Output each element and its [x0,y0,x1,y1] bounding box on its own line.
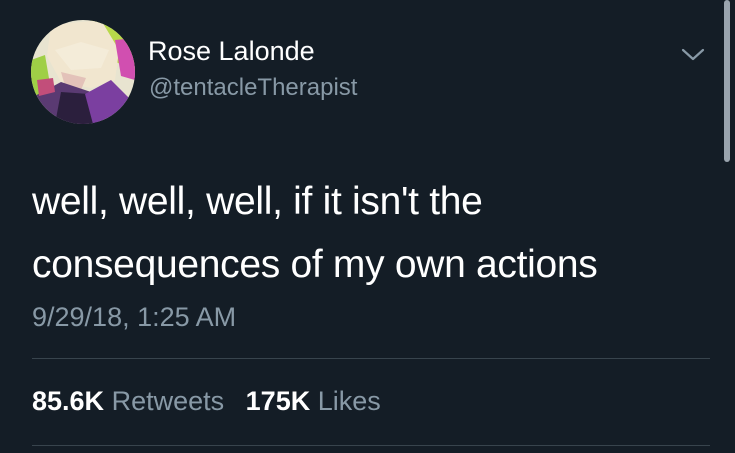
tweet-stats: 85.6K Retweets 175K Likes [32,386,395,417]
tweet-text-line: well, well, well, if it isn't the [32,180,483,223]
likes-label: Likes [317,386,381,416]
divider [32,445,710,446]
tweet-timestamp[interactable]: 9/29/18, 1:25 AM [32,302,236,333]
retweets-count: 85.6K [32,386,105,416]
retweets-stat[interactable]: 85.6K Retweets [32,386,224,417]
scrollbar[interactable] [724,0,730,162]
profile-avatar[interactable] [31,20,135,124]
user-handle[interactable]: @tentacleTherapist [149,74,357,102]
divider [32,358,710,359]
tweet-detail: Rose Lalonde @tentacleTherapist well, we… [0,0,735,453]
tweet-text-line: consequences of my own actions [32,243,598,286]
retweets-label: Retweets [111,386,225,416]
likes-count: 175K [245,386,311,416]
tweet-text: well, well, well, if it isn't the conseq… [32,170,712,296]
chevron-down-icon[interactable] [680,44,706,64]
display-name[interactable]: Rose Lalonde [148,36,315,67]
avatar-illustration [31,20,135,124]
likes-stat[interactable]: 175K Likes [246,386,381,417]
